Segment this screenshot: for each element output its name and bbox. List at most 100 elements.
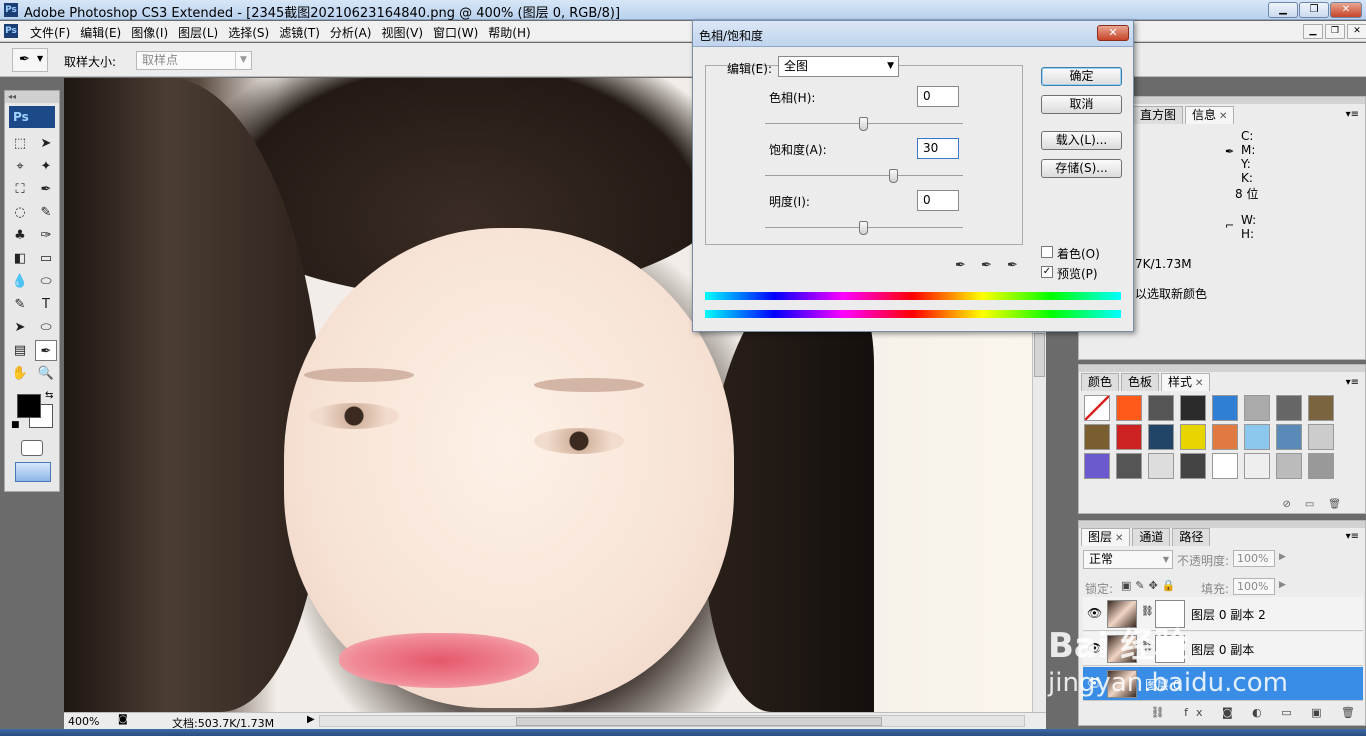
style-swatch[interactable]	[1180, 424, 1206, 450]
toolbox-grip[interactable]: ◂◂	[5, 91, 59, 103]
slice-tool-icon[interactable]: ✒	[35, 179, 57, 200]
zoom-level[interactable]: 400%	[68, 715, 99, 728]
menu-image[interactable]: 图像(I)	[131, 24, 168, 41]
layers-footer-icons[interactable]: ⛓ fx ◙ ◐ ▭ ▣ 🗑	[1083, 706, 1363, 722]
style-swatch[interactable]	[1180, 395, 1206, 421]
clone-stamp-tool-icon[interactable]: ♣	[9, 225, 31, 246]
tab-color[interactable]: 颜色	[1081, 373, 1120, 391]
lasso-tool-icon[interactable]: ⌖	[9, 156, 31, 177]
close-icon[interactable]: ✕	[1195, 378, 1203, 389]
doc-close-button[interactable]: ✕	[1347, 24, 1366, 39]
magic-wand-tool-icon[interactable]: ✦	[35, 156, 57, 177]
save-button[interactable]: 存储(S)...	[1041, 159, 1122, 178]
style-swatch[interactable]	[1244, 453, 1270, 479]
style-swatch[interactable]	[1084, 453, 1110, 479]
eyedropper-plus-icon[interactable]: ✒	[981, 258, 997, 274]
dodge-tool-icon[interactable]: ⬭	[35, 271, 57, 292]
style-swatch[interactable]	[1116, 395, 1142, 421]
menu-analysis[interactable]: 分析(A)	[330, 24, 372, 41]
menu-window[interactable]: 窗口(W)	[433, 24, 478, 41]
tab-paths[interactable]: 路径	[1172, 528, 1211, 546]
pen-tool-icon[interactable]: ✎	[9, 294, 31, 315]
panel-menu-icon[interactable]: ▾≡	[1346, 109, 1359, 120]
menu-layer[interactable]: 图层(L)	[178, 24, 218, 41]
style-swatch[interactable]	[1116, 453, 1142, 479]
style-swatch[interactable]	[1244, 395, 1270, 421]
dialog-close-button[interactable]: ✕	[1097, 25, 1129, 41]
dialog-title-bar[interactable]: 色相/饱和度 ✕	[693, 21, 1133, 47]
style-swatch[interactable]	[1308, 395, 1334, 421]
zoom-tool-icon[interactable]: 🔍	[35, 363, 57, 384]
tool-preset-picker[interactable]: ✒ ▼	[12, 48, 48, 72]
fill-input[interactable]: 100%	[1233, 578, 1275, 595]
eyedropper-minus-icon[interactable]: ✒	[1007, 258, 1023, 274]
style-swatch[interactable]	[1148, 395, 1174, 421]
gradient-tool-icon[interactable]: ▭	[35, 248, 57, 269]
style-swatch[interactable]	[1212, 395, 1238, 421]
blend-mode-select[interactable]: 正常 ▼	[1083, 550, 1173, 569]
style-swatch[interactable]	[1308, 453, 1334, 479]
menu-view[interactable]: 视图(V)	[381, 24, 423, 41]
hue-input[interactable]: 0	[917, 86, 959, 107]
close-window-button[interactable]: ✕	[1330, 2, 1362, 18]
style-swatch[interactable]	[1212, 453, 1238, 479]
brush-tool-icon[interactable]: ✎	[35, 202, 57, 223]
tab-info[interactable]: 信息 ✕	[1185, 106, 1235, 124]
ok-button[interactable]: 确定	[1041, 67, 1122, 86]
lightness-input[interactable]: 0	[917, 190, 959, 211]
doc-minimize-button[interactable]: ▁	[1303, 24, 1323, 39]
move-tool-icon[interactable]: ➤	[35, 133, 57, 154]
cancel-button[interactable]: 取消	[1041, 95, 1122, 114]
style-swatch[interactable]	[1084, 395, 1110, 421]
menu-help[interactable]: 帮助(H)	[488, 24, 530, 41]
style-swatch[interactable]	[1148, 424, 1174, 450]
eyedropper-icon[interactable]: ✒	[955, 258, 971, 274]
opacity-input[interactable]: 100%	[1233, 550, 1275, 567]
style-swatch[interactable]	[1180, 453, 1206, 479]
style-swatch[interactable]	[1276, 395, 1302, 421]
hand-tool-icon[interactable]: ✋	[9, 363, 31, 384]
load-button[interactable]: 载入(L)...	[1041, 131, 1122, 150]
close-icon[interactable]: ✕	[1219, 111, 1227, 122]
menu-edit[interactable]: 编辑(E)	[80, 24, 121, 41]
tab-layers[interactable]: 图层 ✕	[1081, 528, 1131, 546]
tab-histogram[interactable]: 直方图	[1133, 106, 1184, 124]
path-selection-tool-icon[interactable]: ➤	[9, 317, 31, 338]
lock-icons[interactable]: ▣✎✥🔒	[1121, 579, 1180, 592]
style-swatch[interactable]	[1276, 424, 1302, 450]
menu-select[interactable]: 选择(S)	[228, 24, 269, 41]
minimize-button[interactable]: ▁	[1268, 2, 1298, 18]
foreground-color-swatch[interactable]	[17, 394, 41, 418]
style-swatch[interactable]	[1212, 424, 1238, 450]
marquee-tool-icon[interactable]: ⬚	[9, 133, 31, 154]
style-swatch[interactable]	[1276, 453, 1302, 479]
vertical-scroll-thumb[interactable]	[1034, 333, 1045, 377]
restore-button[interactable]: ❐	[1299, 2, 1329, 18]
colorize-checkbox[interactable]	[1041, 246, 1053, 258]
saturation-slider-knob[interactable]	[889, 169, 898, 183]
type-tool-icon[interactable]: T	[35, 294, 57, 315]
horizontal-scrollbar[interactable]	[319, 715, 1025, 727]
default-colors-icon[interactable]: ■	[11, 420, 20, 430]
style-swatch[interactable]	[1308, 424, 1334, 450]
tab-channels[interactable]: 通道	[1132, 528, 1171, 546]
saturation-slider-track[interactable]	[765, 175, 963, 176]
notes-tool-icon[interactable]: ▤	[9, 340, 31, 361]
sample-size-select[interactable]: 取样点 ▼	[136, 51, 252, 70]
menu-file[interactable]: 文件(F)	[30, 24, 70, 41]
status-menu-icon[interactable]: ◙	[118, 714, 128, 725]
doc-restore-button[interactable]: ❐	[1325, 24, 1345, 39]
blur-tool-icon[interactable]: 💧	[9, 271, 31, 292]
style-swatch[interactable]	[1244, 424, 1270, 450]
panel-grip[interactable]	[1079, 365, 1365, 372]
style-swatch[interactable]	[1116, 424, 1142, 450]
eyedropper-tool-icon[interactable]: ✒	[35, 340, 57, 361]
panel-menu-icon[interactable]: ▾≡	[1346, 531, 1359, 542]
style-swatch[interactable]	[1148, 453, 1174, 479]
saturation-input[interactable]: 30	[917, 138, 959, 159]
swap-colors-icon[interactable]: ⇆	[45, 390, 53, 401]
hue-slider-knob[interactable]	[859, 117, 868, 131]
horizontal-scroll-thumb[interactable]	[516, 717, 882, 726]
close-icon[interactable]: ✕	[1115, 533, 1123, 544]
quick-mask-icon[interactable]	[21, 440, 43, 456]
